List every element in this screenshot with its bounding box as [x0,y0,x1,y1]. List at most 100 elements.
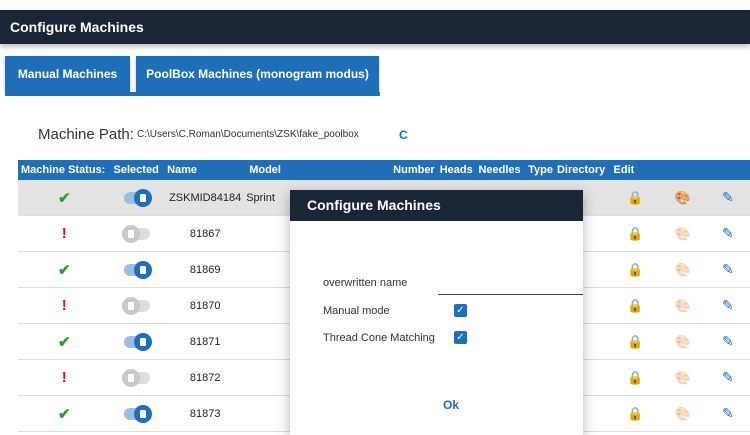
pencil-icon[interactable]: ✎ [722,189,734,205]
status-cell: ✔ [18,251,111,288]
model-cell [246,215,291,252]
edit-lock-cell: 🔒 [610,215,661,252]
status-cell: ! [18,215,111,252]
overwritten-name-label: overwritten name [323,277,408,289]
thread-cone-matching-checkbox[interactable]: ✓ [454,331,467,344]
overwritten-name-input[interactable] [438,294,583,295]
palette-icon[interactable]: 🎨 [675,370,691,385]
selected-cell [110,251,165,288]
col-directory: Directory [553,160,611,180]
palette-icon[interactable]: 🎨 [675,298,691,313]
edit-lock-cell: 🔒 [610,180,661,216]
toggle-knob [122,368,141,387]
palette-icon[interactable]: 🎨 [675,406,691,421]
pencil-icon[interactable]: ✎ [722,225,734,241]
col-edit: Edit [610,160,661,180]
toggle-knob [122,224,141,243]
name-cell: ZSKMID84184 [164,180,247,216]
manual-mode-checkbox[interactable]: ✓ [454,304,467,317]
configure-machines-dialog: Configure Machines overwritten name Manu… [290,190,583,435]
app-title: Configure Machines [10,19,144,35]
tab-poolbox-machines[interactable]: PoolBox Machines (monogram modus) [136,56,379,92]
refresh-icon[interactable]: C [399,128,408,142]
pencil-icon[interactable]: ✎ [722,297,734,313]
selected-toggle[interactable] [124,188,153,207]
palette-cell: 🎨 [660,323,706,360]
selected-toggle[interactable] [122,368,151,387]
warning-icon: ! [61,225,67,242]
selected-toggle[interactable] [124,404,153,423]
edit-lock-cell: 🔒 [610,395,661,432]
pencil-icon[interactable]: ✎ [722,333,734,349]
pencil-icon[interactable]: ✎ [722,405,734,421]
edit-cell: ✎ [705,359,750,396]
toggle-knob [134,188,153,207]
edit-cell: ✎ [705,395,750,432]
selected-cell [110,287,165,324]
ok-button[interactable]: Ok [443,398,459,412]
pencil-icon[interactable]: ✎ [722,261,734,277]
palette-cell: 🎨 [660,395,706,432]
selected-toggle[interactable] [122,296,151,315]
edit-lock-cell: 🔒 [610,323,661,360]
manual-mode-label: Manual mode [323,305,390,317]
lock-icon[interactable]: 🔒 [627,370,643,385]
name-cell: 81867 [164,215,247,252]
dialog-title: Configure Machines [290,190,583,221]
active-tab-indicator [5,92,380,96]
col-needles: Needles [475,160,526,180]
col-selected: Selected [110,160,165,180]
edit-cell: ✎ [705,215,750,252]
name-cell: 81869 [164,251,247,288]
table-header-row: Machine Status: Selected Name Model Numb… [18,160,750,180]
edit-cell: ✎ [705,323,750,360]
check-icon: ✔ [57,189,71,207]
palette-cell: 🎨 [660,359,706,396]
machine-path-value: C:\Users\C.Roman\Documents\ZSK\fake_pool… [137,129,359,140]
palette-cell: 🎨 [660,180,706,216]
palette-icon[interactable]: 🎨 [675,262,691,277]
name-cell: 81871 [164,323,247,360]
toggle-knob [122,296,141,315]
status-cell: ✔ [18,180,111,216]
edit-lock-cell: 🔒 [610,251,661,288]
status-cell: ✔ [18,323,111,360]
lock-icon[interactable]: 🔒 [627,406,643,421]
name-cell: 81873 [164,395,247,432]
col-number: Number [290,160,437,180]
lock-icon[interactable]: 🔒 [627,262,643,277]
pencil-icon[interactable]: ✎ [722,369,734,385]
selected-toggle[interactable] [122,224,151,243]
lock-icon[interactable]: 🔒 [627,298,643,313]
name-cell: 81872 [164,359,247,396]
col-type: Type [525,160,554,180]
edit-cell: ✎ [705,251,750,288]
check-icon: ✔ [57,405,71,423]
edit-lock-cell: 🔒 [610,359,661,396]
selected-toggle[interactable] [124,332,153,351]
model-cell [246,395,291,432]
palette-icon[interactable]: 🎨 [675,190,691,205]
model-cell [246,251,291,288]
status-cell: ! [18,359,111,396]
check-icon: ✔ [57,333,71,351]
palette-icon[interactable]: 🎨 [675,334,691,349]
warning-icon: ! [61,369,67,386]
lock-icon[interactable]: 🔒 [627,334,643,349]
col-model: Model [246,160,291,180]
machine-path-label: Machine Path: [38,126,134,143]
status-cell: ✔ [18,395,111,432]
thread-cone-matching-label: Thread Cone Matching [323,332,435,344]
lock-icon[interactable]: 🔒 [627,190,643,205]
tab-manual-machines[interactable]: Manual Machines [5,56,130,92]
check-icon: ✔ [57,261,71,279]
palette-icon[interactable]: 🎨 [675,226,691,241]
lock-icon[interactable]: 🔒 [627,226,643,241]
selected-cell [110,323,165,360]
col-machine-status: Machine Status: [18,160,111,180]
col-name: Name [164,160,247,180]
selected-cell [110,180,165,216]
selected-toggle[interactable] [124,260,153,279]
toggle-knob [134,404,153,423]
edit-cell: ✎ [705,287,750,324]
